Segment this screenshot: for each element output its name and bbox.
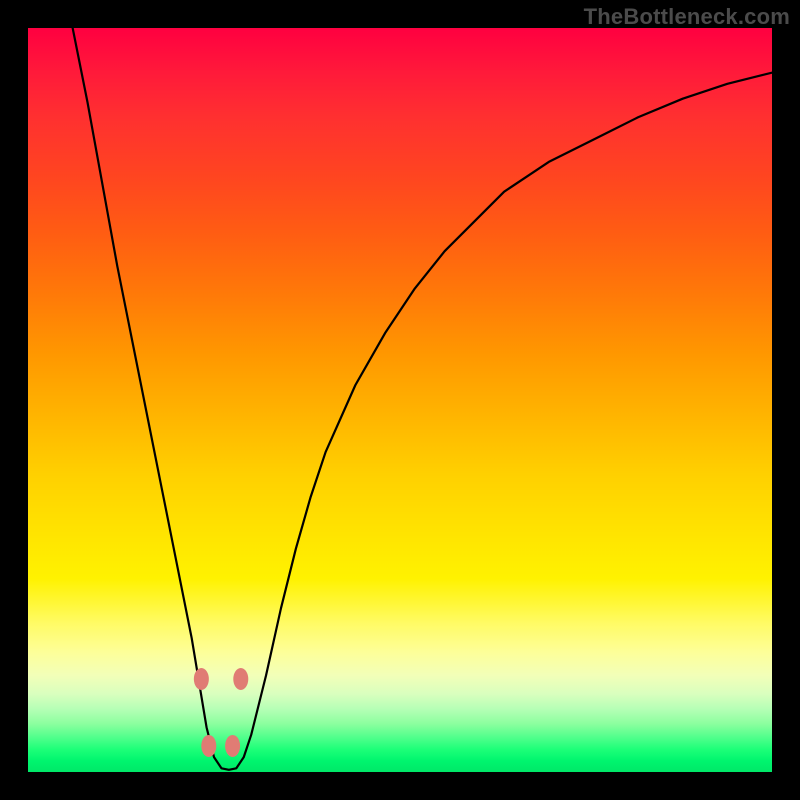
watermark-text: TheBottleneck.com — [584, 4, 790, 30]
curve-marker — [233, 668, 248, 690]
curve-marker — [201, 735, 216, 757]
curve-marker — [225, 735, 240, 757]
bottleneck-curve — [73, 28, 772, 770]
curve-marker — [194, 668, 209, 690]
curve-markers — [194, 668, 248, 757]
curve-svg — [28, 28, 772, 772]
chart-stage: TheBottleneck.com — [0, 0, 800, 800]
plot-area — [28, 28, 772, 772]
